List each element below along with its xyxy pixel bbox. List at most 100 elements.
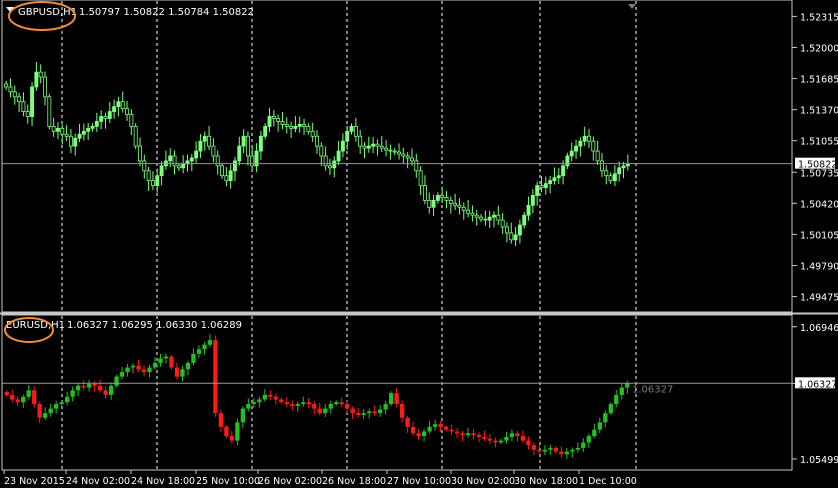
candle-body xyxy=(146,170,151,182)
price-axis-label: 1.51055 xyxy=(800,137,838,148)
candle-body xyxy=(569,150,574,157)
time-axis-label: 30 Nov 02:00 xyxy=(451,476,515,487)
candle-body xyxy=(138,145,142,162)
price-axis-label: 1.49475 xyxy=(800,293,838,304)
candle-body xyxy=(438,424,443,427)
candle-body xyxy=(141,369,147,373)
candle-body xyxy=(207,135,212,147)
candle-body xyxy=(515,433,520,437)
candle-body xyxy=(457,204,462,208)
candle-body xyxy=(125,108,129,115)
candle-body xyxy=(125,367,130,373)
candle-body xyxy=(520,436,526,441)
candle-body xyxy=(427,199,432,208)
candle-body xyxy=(328,404,333,409)
bottom-current-price-tag: 1.06327 xyxy=(795,377,837,390)
candle-body xyxy=(32,390,37,405)
candle-body xyxy=(513,234,518,241)
candle-body xyxy=(504,436,509,441)
top-current-price-value: 1.50822 xyxy=(798,160,837,171)
candle-body xyxy=(185,362,191,370)
candle-body xyxy=(582,135,587,142)
candle-body xyxy=(26,390,31,397)
candle-body xyxy=(176,165,181,169)
candle-body xyxy=(258,135,263,152)
candle-body xyxy=(522,214,527,226)
candle-body xyxy=(471,433,476,436)
candle-body xyxy=(570,449,575,452)
candle-body xyxy=(147,367,152,373)
candle-body xyxy=(114,376,119,386)
candle-body xyxy=(202,344,207,350)
candle-body xyxy=(297,124,302,127)
candle-body xyxy=(240,408,246,423)
price-axis-label: 1.05499 xyxy=(800,455,838,466)
candle-body xyxy=(619,387,624,395)
candle-body xyxy=(103,390,108,395)
candle-body xyxy=(574,145,578,152)
candle-body xyxy=(559,451,564,455)
candle-body xyxy=(38,71,43,78)
candle-body xyxy=(416,433,421,437)
top-pane-frame xyxy=(1,0,793,313)
candle-body xyxy=(397,151,401,155)
scroll-marker-icon[interactable] xyxy=(628,4,636,9)
candle-body xyxy=(228,170,233,182)
candle-body xyxy=(531,445,537,450)
candle-body xyxy=(482,436,487,439)
candle-body xyxy=(136,365,141,370)
candle-body xyxy=(267,116,272,127)
candle-body xyxy=(315,135,319,147)
candle-body xyxy=(235,422,240,441)
candle-body xyxy=(68,135,73,147)
candle-body xyxy=(233,160,237,172)
time-axis-label: 23 Nov 2015 xyxy=(4,476,65,487)
candle-body xyxy=(108,385,114,395)
price-axis-label: 1.50105 xyxy=(800,230,838,241)
candle-body xyxy=(487,438,493,441)
candle-body xyxy=(603,413,608,423)
candle-body xyxy=(168,155,173,162)
candle-body xyxy=(284,402,289,405)
candle-body xyxy=(263,125,268,137)
candle-body xyxy=(388,393,394,405)
candle-body xyxy=(302,124,307,127)
candle-body xyxy=(21,396,26,403)
candle-body xyxy=(271,116,276,119)
candle-body xyxy=(202,135,207,142)
candle-body xyxy=(356,413,361,416)
candle-body xyxy=(323,155,328,167)
time-axis-label: 26 Nov 02:00 xyxy=(258,476,322,487)
candle-body xyxy=(461,206,466,211)
candle-body xyxy=(366,145,371,149)
bottom-current-price-value: 1.06327 xyxy=(798,379,837,390)
candle-body xyxy=(358,135,363,147)
candle-body xyxy=(319,145,324,157)
candle-body xyxy=(65,396,70,403)
candle-body xyxy=(75,385,81,391)
chart-canvas[interactable]: 1.52315 1.52000 1.51685 1.51370 1.51055 1.507… xyxy=(0,0,838,488)
candle-body xyxy=(70,390,75,397)
time-axis-label: 24 Nov 18:00 xyxy=(131,476,195,487)
time-axis-label: 24 Nov 02:00 xyxy=(66,476,130,487)
candle-body xyxy=(399,404,405,418)
candle-body xyxy=(474,214,479,218)
candle-body xyxy=(284,124,289,127)
candle-body xyxy=(526,204,531,216)
candle-body xyxy=(500,219,505,228)
candle-body xyxy=(213,340,218,414)
time-axis-label: 1 Dec 10:00 xyxy=(579,476,637,487)
candle-body xyxy=(591,140,596,152)
candle-body xyxy=(207,340,213,345)
candle-body xyxy=(181,163,186,169)
candle-body xyxy=(245,135,250,157)
candle-body xyxy=(189,157,194,162)
candle-body xyxy=(581,442,586,448)
candle-body xyxy=(215,155,220,167)
candle-body xyxy=(353,125,358,137)
candle-body xyxy=(17,96,22,103)
candle-body xyxy=(180,369,185,377)
candle-body xyxy=(4,392,9,395)
candle-body xyxy=(530,195,535,206)
bottom-bid-readout: 1.06327 xyxy=(632,384,673,395)
